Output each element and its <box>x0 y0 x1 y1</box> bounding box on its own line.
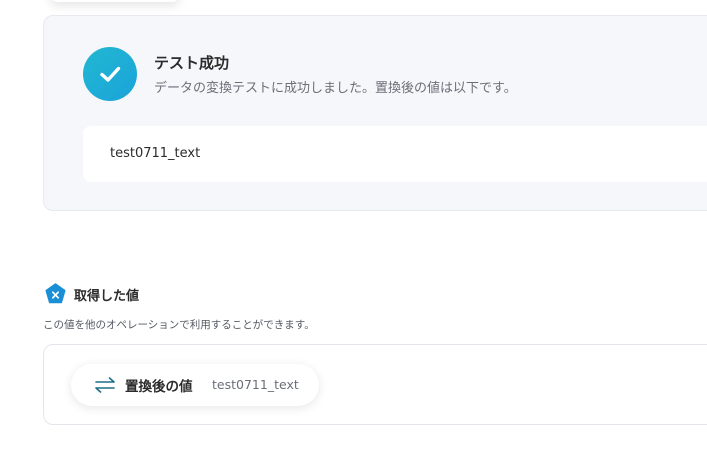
value-chip-label: 置換後の値 <box>125 379 193 395</box>
test-success-card: テスト成功 データの変換テストに成功しました。置換後の値は以下です。 test0… <box>43 15 707 211</box>
result-value: test0711_text <box>110 146 201 161</box>
variable-icon <box>45 283 66 304</box>
success-title: テスト成功 <box>154 54 230 72</box>
value-chip-value: test0711_text <box>212 377 299 392</box>
check-icon <box>83 47 137 101</box>
page: テスト成功 データの変換テストに成功しました。置換後の値は以下です。 test0… <box>0 0 707 463</box>
acquired-values-card: 置換後の値 test0711_text <box>43 344 707 425</box>
acquired-values-description: この値を他のオペレーションで利用することができます。 <box>43 319 315 331</box>
success-message: データの変換テストに成功しました。置換後の値は以下です。 <box>154 81 517 96</box>
result-box: test0711_text <box>83 126 707 182</box>
value-chip[interactable]: 置換後の値 test0711_text <box>71 364 319 406</box>
swap-arrows-icon <box>95 377 115 393</box>
top-panel-edge <box>50 0 180 2</box>
acquired-values-title: 取得した値 <box>74 289 140 304</box>
